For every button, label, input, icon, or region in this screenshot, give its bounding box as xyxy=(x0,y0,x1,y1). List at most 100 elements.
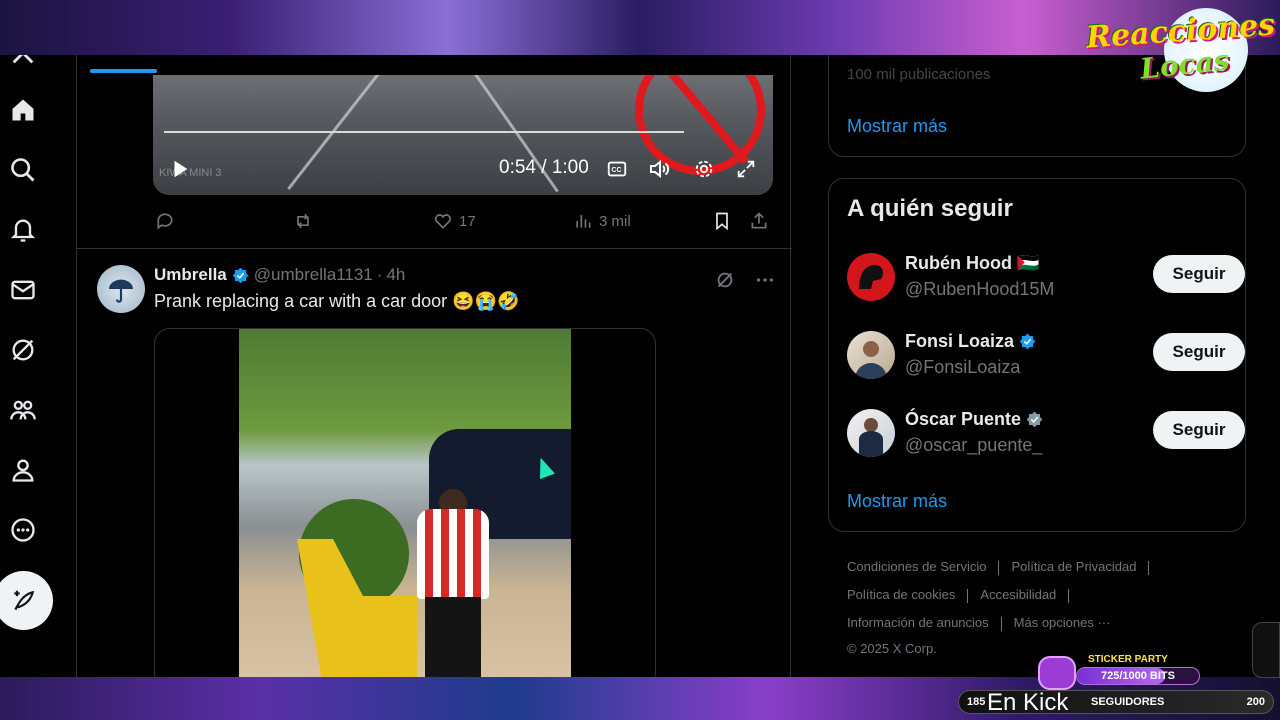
suggestion-name: Rubén Hood 🇵🇸 xyxy=(905,253,1039,274)
follow-suggestion[interactable]: Fonsi Loaiza @FonsiLoaiza Seguir xyxy=(847,327,1245,383)
right-sidebar: 100 mil publicaciones Mostrar más A quié… xyxy=(791,55,1280,677)
striped-shirt xyxy=(417,509,489,599)
avatar[interactable] xyxy=(97,265,145,313)
search-icon[interactable] xyxy=(7,154,39,186)
tweet-header: Umbrella @umbrella1131 · 4h xyxy=(154,265,405,285)
view-count: 3 mil xyxy=(599,212,631,230)
share-icon[interactable] xyxy=(749,211,769,231)
settings-gear-icon[interactable] xyxy=(691,155,717,183)
suggestion-name-text: Fonsi Loaiza xyxy=(905,331,1015,351)
bits-value: 725/1000 BITS xyxy=(1101,670,1175,682)
profile-icon[interactable] xyxy=(7,454,39,486)
x-logo-icon[interactable] xyxy=(7,55,39,69)
terms-link[interactable]: Condiciones de Servicio xyxy=(847,559,986,574)
more-options-icon[interactable] xyxy=(754,269,776,291)
separator-dot: · xyxy=(376,265,383,284)
divider xyxy=(1000,616,1002,631)
tweet-video[interactable] xyxy=(154,328,656,677)
follow-button[interactable]: Seguir xyxy=(1153,255,1245,293)
person-photo-icon xyxy=(859,418,883,457)
follow-button[interactable]: Seguir xyxy=(1153,333,1245,371)
video-loading-indicator xyxy=(90,69,157,73)
views-button[interactable]: 3 mil xyxy=(573,211,631,231)
kick-label: En Kick xyxy=(987,689,1069,716)
verified-badge-icon xyxy=(1019,333,1036,350)
captions-icon[interactable]: CC xyxy=(605,155,629,183)
divider xyxy=(1068,588,1070,603)
footer-row: Condiciones de Servicio Política de Priva… xyxy=(847,559,1161,575)
bits-progress: 725/1000 BITS xyxy=(1076,667,1200,685)
cookies-link[interactable]: Política de cookies xyxy=(847,587,955,602)
video-frame xyxy=(239,329,571,677)
video-player[interactable]: KIWA MINI 3 0:54 / 1:00 CC xyxy=(153,75,773,195)
followers-goal-bar: 185 En Kick SEGUIDORES 200 xyxy=(958,689,1274,716)
person xyxy=(417,489,489,677)
trend-post-count: 100 mil publicaciones xyxy=(847,66,991,83)
privacy-link[interactable]: Política de Privacidad xyxy=(1011,559,1136,574)
bell-icon[interactable] xyxy=(7,214,39,246)
author-handle[interactable]: @umbrella1131 xyxy=(254,265,373,285)
overlay-side-widget xyxy=(1252,622,1280,678)
hooded-figure-icon xyxy=(859,265,883,289)
who-to-follow-card: A quién seguir Rubén Hood 🇵🇸 @RubenHood1… xyxy=(828,178,1246,532)
fullscreen-icon[interactable] xyxy=(733,155,759,183)
communities-icon[interactable] xyxy=(7,394,39,426)
views-chart-icon xyxy=(576,215,591,228)
tweet[interactable]: Umbrella @umbrella1131 · 4h Prank replac… xyxy=(77,249,792,677)
verified-badge-icon xyxy=(232,267,249,283)
play-icon[interactable] xyxy=(167,155,193,183)
follow-suggestion[interactable]: Óscar Puente @oscar_puente_ Seguir xyxy=(847,405,1245,461)
grok-icon[interactable] xyxy=(7,334,39,366)
x-app-window: KIWA MINI 3 0:54 / 1:00 CC 17 3 mil Umbr… xyxy=(0,55,1280,677)
follow-button[interactable]: Seguir xyxy=(1153,411,1245,449)
heart-icon xyxy=(434,214,452,229)
avatar[interactable] xyxy=(847,409,895,457)
like-count: 17 xyxy=(459,212,476,230)
grok-icon[interactable] xyxy=(714,269,736,291)
tweet-top-actions xyxy=(714,269,776,291)
more-icon[interactable] xyxy=(7,514,39,546)
suggestion-name-text: Óscar Puente xyxy=(905,409,1022,429)
divider xyxy=(998,560,1000,575)
sticker-party-widget: STICKER PARTY 725/1000 BITS xyxy=(1038,654,1202,690)
compose-post-button[interactable] xyxy=(0,571,53,630)
like-button[interactable]: 17 xyxy=(433,211,476,231)
who-to-follow-title: A quién seguir xyxy=(847,195,1013,222)
avatar[interactable] xyxy=(847,253,895,301)
show-more-link[interactable]: Mostrar más xyxy=(847,491,947,512)
copyright: © 2025 X Corp. xyxy=(847,641,937,656)
ads-info-link[interactable]: Información de anuncios xyxy=(847,615,989,630)
suggestion-name: Fonsi Loaiza xyxy=(905,331,1037,352)
mail-icon[interactable] xyxy=(7,274,39,306)
accessibility-link[interactable]: Accesibilidad xyxy=(980,587,1056,602)
suggestion-name-text: Rubén Hood 🇵🇸 xyxy=(905,253,1040,273)
avatar[interactable] xyxy=(847,331,895,379)
timeline: KIWA MINI 3 0:54 / 1:00 CC 17 3 mil Umbr… xyxy=(76,55,792,677)
divider xyxy=(967,588,969,603)
tweet-text: Prank replacing a car with a car door 😆😭… xyxy=(154,291,520,311)
post-time[interactable]: 4h xyxy=(386,265,405,285)
suggestion-handle: @oscar_puente_ xyxy=(905,435,1043,455)
bookmark-icon[interactable] xyxy=(712,211,732,231)
more-options-link[interactable]: Más opciones ··· xyxy=(1014,615,1111,630)
footer-row: Información de anuncios Más opciones ··· xyxy=(847,615,1110,631)
suggestion-name: Óscar Puente xyxy=(905,409,1044,430)
reply-icon[interactable] xyxy=(155,211,175,231)
svg-text:CC: CC xyxy=(612,167,622,174)
followers-current: 185 xyxy=(967,696,986,708)
tweet-action-bar: 17 3 mil xyxy=(153,207,773,237)
author-name[interactable]: Umbrella xyxy=(154,265,227,285)
suggestion-handle: @RubenHood15M xyxy=(905,279,1055,299)
suggestion-handle: @FonsiLoaiza xyxy=(905,357,1021,377)
home-icon[interactable] xyxy=(7,94,39,126)
followers-label: SEGUIDORES xyxy=(1091,696,1165,708)
verified-badge-icon xyxy=(1026,411,1043,428)
volume-icon[interactable] xyxy=(647,155,673,183)
follow-suggestion[interactable]: Rubén Hood 🇵🇸 @RubenHood15M Seguir xyxy=(847,249,1245,305)
feather-plus-icon xyxy=(13,590,34,610)
divider xyxy=(1148,560,1150,575)
footer-row: Política de cookies Accesibilidad xyxy=(847,587,1081,603)
show-more-link[interactable]: Mostrar más xyxy=(847,116,947,137)
retweet-icon[interactable] xyxy=(293,211,313,231)
video-progress-bar[interactable] xyxy=(164,131,685,133)
